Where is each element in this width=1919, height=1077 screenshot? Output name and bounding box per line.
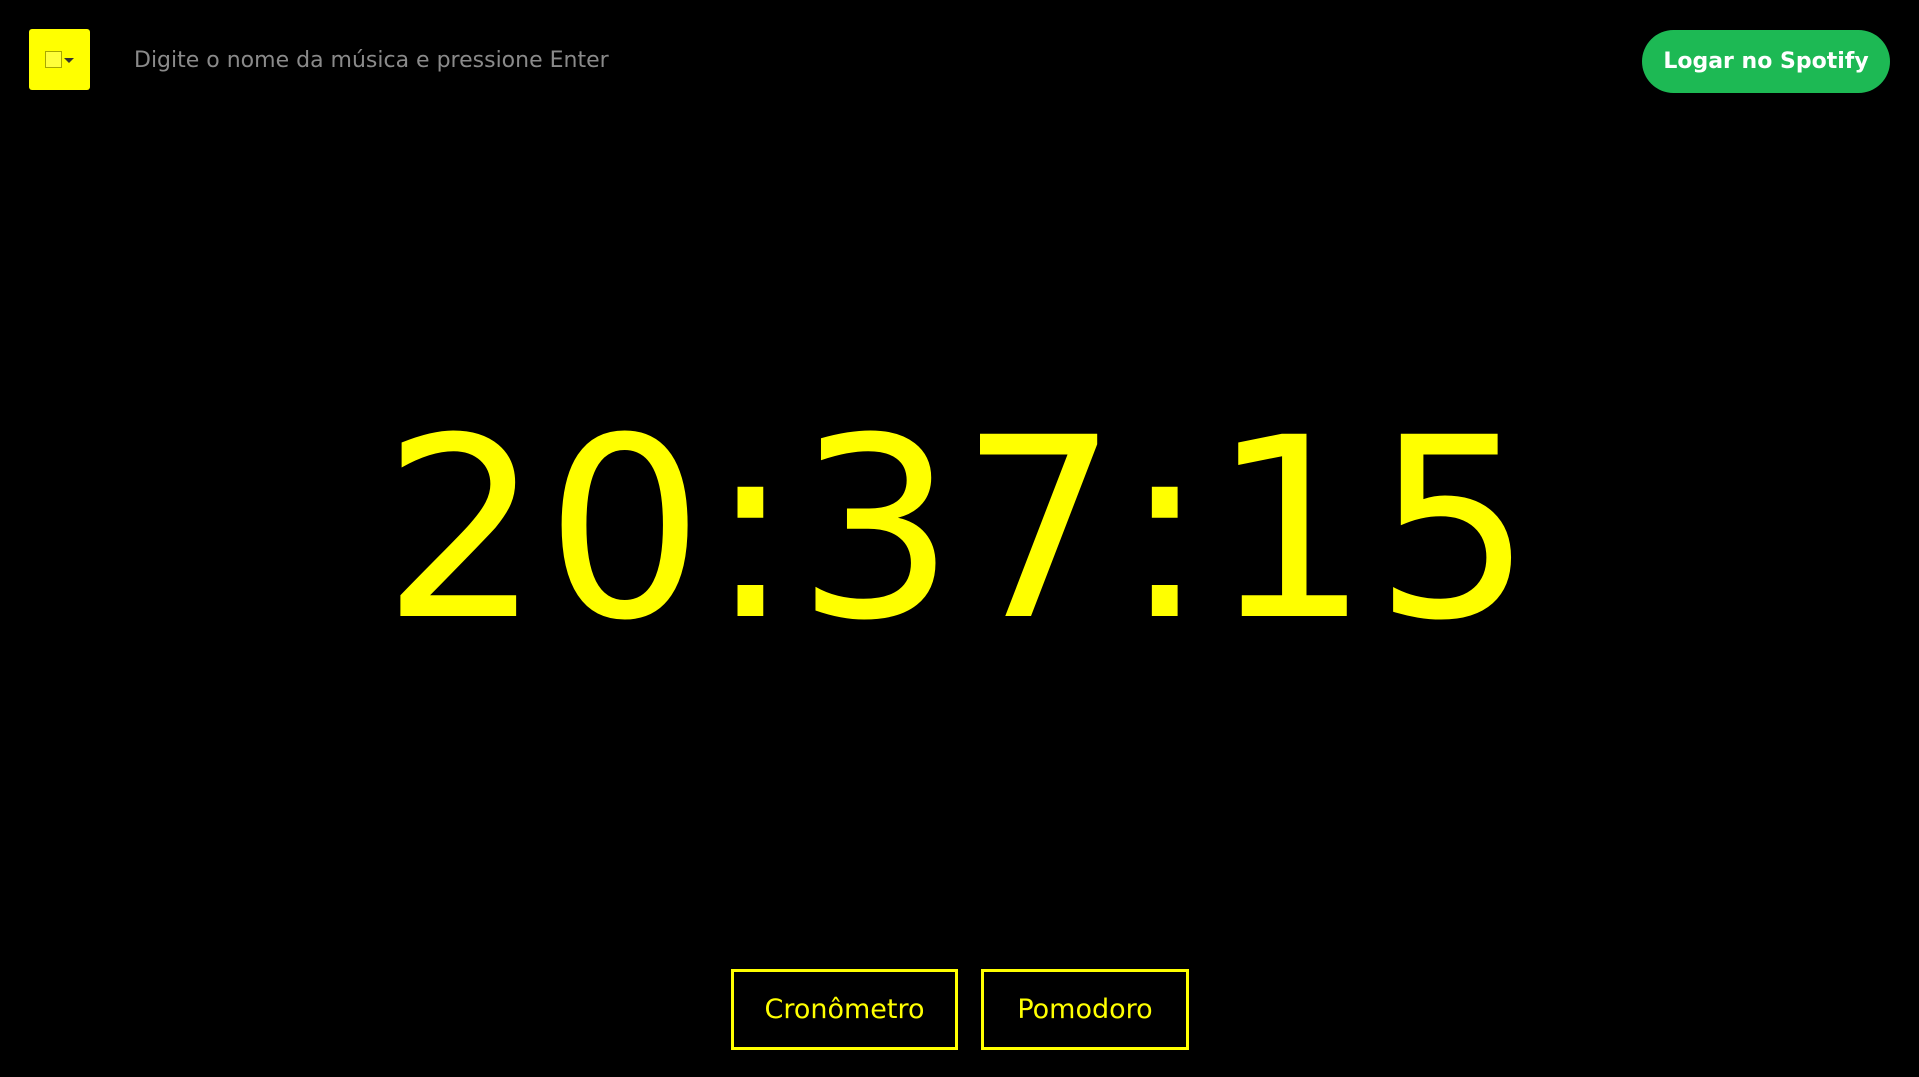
color-swatch-icon (45, 51, 62, 68)
music-search-input[interactable] (118, 36, 818, 84)
pomodoro-button[interactable]: Pomodoro (981, 969, 1189, 1050)
spotify-login-button[interactable]: Logar no Spotify (1642, 30, 1890, 93)
clock-app: Logar no Spotify 20:37:15 Cronômetro Pom… (0, 0, 1919, 1077)
chevron-down-icon (64, 58, 74, 63)
clock-display: 20:37:15 (382, 384, 1537, 675)
stopwatch-button[interactable]: Cronômetro (731, 969, 958, 1050)
color-picker-button[interactable] (29, 29, 90, 90)
